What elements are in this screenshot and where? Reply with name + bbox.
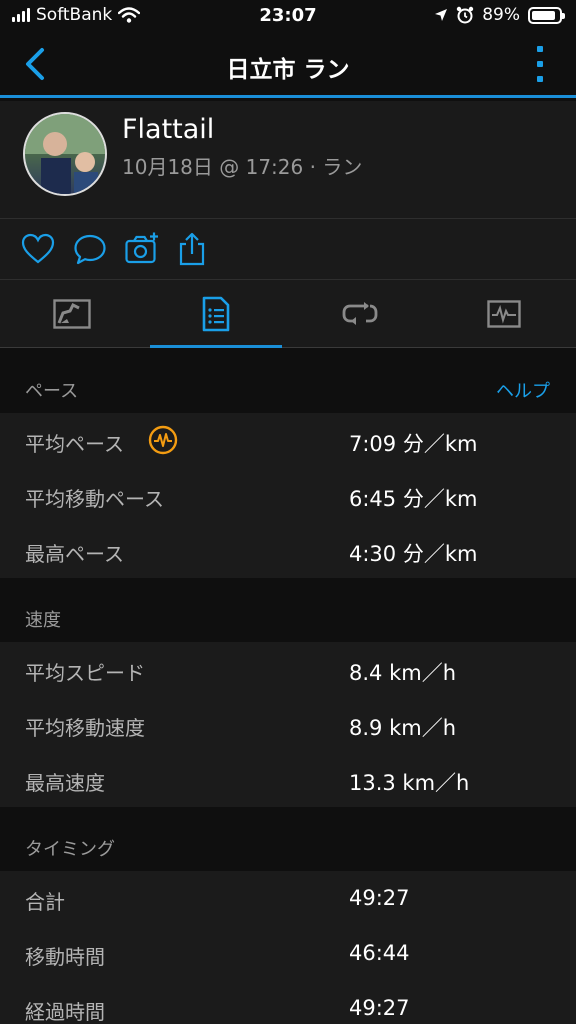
row-value: 49:27 bbox=[349, 886, 410, 910]
stats-list-icon bbox=[202, 296, 230, 332]
battery-icon bbox=[528, 6, 565, 24]
row-value: 6:45 分／km bbox=[349, 487, 478, 511]
row-label: 平均スピード bbox=[25, 661, 145, 685]
status-bar: SoftBank 23:07 89% bbox=[0, 0, 576, 32]
share-icon[interactable] bbox=[174, 231, 210, 267]
avatar-photo bbox=[25, 114, 105, 194]
list-item: 最高速度 13.3 km／h bbox=[0, 752, 576, 807]
action-bar bbox=[0, 219, 576, 280]
row-label: 最高速度 bbox=[25, 771, 105, 795]
battery-percent: 89% bbox=[482, 5, 520, 25]
section-header-timing: タイミング bbox=[0, 807, 576, 871]
list-item: 合計 49:27 bbox=[0, 871, 576, 926]
row-value: 49:27 bbox=[349, 996, 410, 1020]
row-label: 平均移動ペース bbox=[25, 487, 164, 511]
list-item: 経過時間 49:27 bbox=[0, 981, 576, 1024]
alarm-icon bbox=[457, 6, 474, 24]
tab-stats[interactable] bbox=[144, 280, 288, 348]
speed-list: 平均スピード 8.4 km／h 平均移動速度 8.9 km／h 最高速度 13.… bbox=[0, 642, 576, 807]
map-icon bbox=[53, 299, 91, 329]
timing-list: 合計 49:27 移動時間 46:44 経過時間 49:27 bbox=[0, 871, 576, 1024]
more-options-icon[interactable] bbox=[534, 46, 546, 82]
heart-rate-badge-icon[interactable] bbox=[148, 425, 178, 455]
help-link[interactable]: ヘルプ bbox=[496, 377, 550, 403]
section-title: タイミング bbox=[25, 839, 115, 860]
nav-bar: 日立市 ラン bbox=[0, 32, 576, 98]
section-title: ペース bbox=[25, 381, 79, 402]
row-label: 平均ペース bbox=[25, 432, 124, 456]
status-right: 89% bbox=[434, 5, 565, 25]
list-item: 平均ペース 7:09 分／km bbox=[0, 413, 576, 468]
list-item: 平均移動ペース 6:45 分／km bbox=[0, 468, 576, 523]
user-name[interactable]: Flattail bbox=[122, 114, 214, 145]
tab-charts[interactable] bbox=[432, 280, 576, 348]
tab-map[interactable] bbox=[0, 280, 144, 348]
location-arrow-icon bbox=[435, 9, 448, 21]
stats-content: ペース ヘルプ 平均ペース 7:09 分／km 平均移動ペース 6:45 分／k… bbox=[0, 349, 576, 1024]
comment-icon[interactable] bbox=[72, 231, 108, 267]
row-value: 4:30 分／km bbox=[349, 542, 478, 566]
row-value: 13.3 km／h bbox=[349, 771, 470, 795]
list-item: 移動時間 46:44 bbox=[0, 926, 576, 981]
section-header-speed: 速度 bbox=[0, 578, 576, 642]
row-label: 経過時間 bbox=[25, 1000, 105, 1024]
row-value: 8.4 km／h bbox=[349, 661, 456, 685]
section-header-pace: ペース ヘルプ bbox=[0, 349, 576, 413]
row-label: 最高ペース bbox=[25, 542, 124, 566]
chart-icon bbox=[487, 300, 521, 328]
add-photo-icon[interactable] bbox=[124, 231, 160, 267]
pace-list: 平均ペース 7:09 分／km 平均移動ペース 6:45 分／km 最高ペース … bbox=[0, 413, 576, 578]
row-value: 7:09 分／km bbox=[349, 432, 478, 456]
tab-laps[interactable] bbox=[288, 280, 432, 348]
tab-bar bbox=[0, 280, 576, 348]
row-label: 移動時間 bbox=[25, 945, 105, 969]
row-value: 46:44 bbox=[349, 941, 410, 965]
activity-datetime: 10月18日 @ 17:26 · ラン bbox=[122, 155, 363, 179]
list-item: 平均移動速度 8.9 km／h bbox=[0, 697, 576, 752]
row-label: 平均移動速度 bbox=[25, 716, 145, 740]
avatar[interactable] bbox=[23, 112, 107, 196]
page-title: 日立市 ラン bbox=[226, 57, 350, 83]
activity-header: Flattail 10月18日 @ 17:26 · ラン bbox=[0, 101, 576, 219]
like-heart-icon[interactable] bbox=[20, 231, 56, 267]
laps-icon bbox=[342, 302, 378, 325]
row-value: 8.9 km／h bbox=[349, 716, 456, 740]
list-item: 最高ペース 4:30 分／km bbox=[0, 523, 576, 578]
section-title: 速度 bbox=[25, 610, 61, 631]
row-label: 合計 bbox=[25, 890, 65, 914]
list-item: 平均スピード 8.4 km／h bbox=[0, 642, 576, 697]
